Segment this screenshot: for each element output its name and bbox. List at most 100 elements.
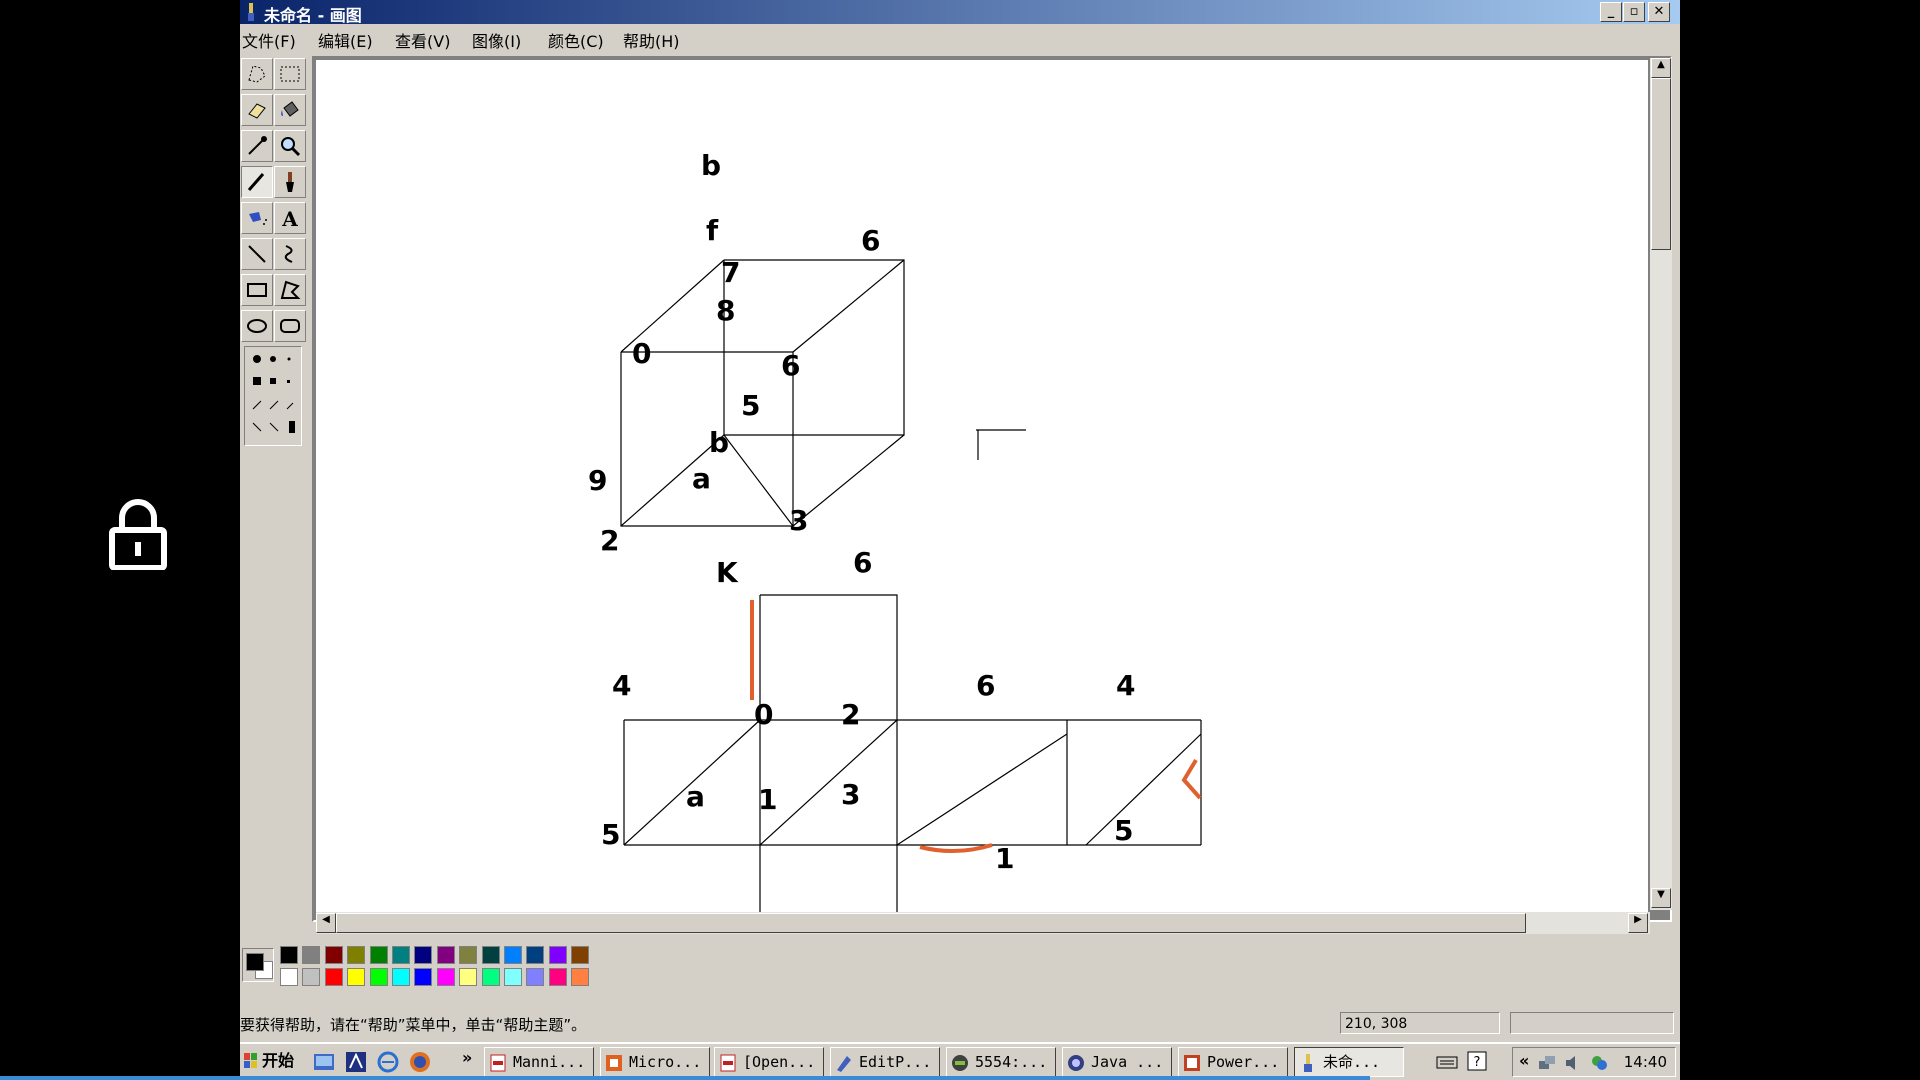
drawing-canvas[interactable]: bf678065ba923K640264a13551 [316, 60, 1648, 912]
rect-select-tool[interactable] [274, 58, 306, 90]
internet-explorer-icon[interactable] [376, 1050, 400, 1074]
close-button[interactable]: ✕ [1648, 2, 1670, 22]
color-swatch[interactable] [571, 968, 590, 986]
taskbar-button[interactable]: Manni... [484, 1047, 594, 1077]
ellipse-tool[interactable] [241, 310, 273, 342]
magnifier-icon [281, 137, 301, 157]
handwritten-label: 0 [632, 337, 651, 370]
menu-item[interactable]: 文件(F) [242, 28, 296, 52]
color-swatch[interactable] [526, 946, 545, 964]
vertical-scrollbar[interactable]: ▲ ▼ [1650, 58, 1672, 910]
handwritten-label: f [706, 214, 719, 247]
color-swatch[interactable] [504, 968, 522, 986]
scroll-down-button[interactable]: ▼ [1651, 888, 1671, 908]
horizontal-scrollbar[interactable]: ◀ ▶ [316, 912, 1650, 934]
scroll-up-button[interactable]: ▲ [1651, 58, 1671, 78]
free-form-select-tool[interactable] [241, 58, 273, 90]
menu-item[interactable]: 图像(I) [472, 28, 521, 52]
handwritten-label: b [709, 426, 729, 459]
network-icon[interactable] [1537, 1053, 1557, 1073]
color-swatch[interactable] [392, 946, 410, 964]
help-icon[interactable]: ? [1466, 1050, 1488, 1072]
color-swatch[interactable] [392, 968, 410, 986]
color-swatch[interactable] [548, 968, 567, 986]
pick-color-tool[interactable] [241, 130, 273, 162]
line-icon [248, 245, 266, 263]
current-colors[interactable] [242, 948, 274, 982]
rounded-rect-tool[interactable] [274, 310, 306, 342]
color-swatch[interactable] [571, 946, 590, 964]
taskbar-button-label: Java ... [1091, 1053, 1164, 1071]
color-swatch[interactable] [414, 968, 433, 986]
show-desktop-icon[interactable] [312, 1050, 336, 1074]
airbrush-tool[interactable] [241, 202, 273, 234]
color-swatch[interactable] [347, 946, 366, 964]
menu-item[interactable]: 编辑(E) [318, 28, 373, 52]
horizontal-scroll-thumb[interactable] [336, 913, 1526, 933]
line-tool[interactable] [241, 238, 273, 270]
color-swatch[interactable] [548, 946, 567, 964]
color-swatch[interactable] [280, 946, 298, 964]
handwritten-label: 1 [758, 783, 777, 816]
color-swatch[interactable] [324, 968, 343, 986]
scroll-right-button[interactable]: ▶ [1628, 913, 1648, 933]
curve-tool[interactable] [274, 238, 306, 270]
foreground-color[interactable] [246, 953, 264, 971]
color-swatch[interactable] [280, 968, 298, 986]
polygon-tool[interactable] [274, 274, 306, 306]
handwritten-label: 6 [861, 224, 880, 257]
eraser-tool[interactable] [241, 94, 273, 126]
restore-button[interactable]: ▫ [1623, 2, 1645, 22]
menu-item[interactable]: 颜色(C) [548, 28, 604, 52]
menu-item[interactable]: 帮助(H) [623, 28, 680, 52]
magnifier-tool[interactable] [274, 130, 306, 162]
taskbar-button[interactable]: Java ... [1062, 1047, 1172, 1077]
taskbar-button[interactable]: 未命... [1294, 1047, 1404, 1077]
title-bar: 未命名 - 画图 _ ▫ ✕ [240, 0, 1680, 25]
tray-expand-chevron[interactable]: « [1519, 1051, 1529, 1070]
color-swatch[interactable] [436, 968, 455, 986]
color-swatch[interactable] [302, 968, 321, 986]
firefox-icon[interactable] [408, 1050, 432, 1074]
color-swatch[interactable] [459, 946, 478, 964]
taskbar-button[interactable]: [Open... [714, 1047, 824, 1077]
taskbar-button[interactable]: Power... [1178, 1047, 1288, 1077]
taskbar: 开始 » Manni... Micro... [Open... EditP... 555… [240, 1042, 1680, 1080]
drawing: bf 6780 65ba923K 640 26 4a 1 35 51 [588, 149, 1202, 912]
menu-item[interactable]: 查看(V) [395, 28, 450, 52]
color-swatch[interactable] [436, 946, 455, 964]
color-swatch[interactable] [414, 946, 433, 964]
start-button[interactable]: 开始 [242, 1047, 298, 1075]
color-swatch[interactable] [347, 968, 366, 986]
volume-icon[interactable] [1563, 1053, 1583, 1073]
text-tool[interactable]: A [274, 202, 306, 234]
color-swatch[interactable] [481, 946, 500, 964]
color-swatch[interactable] [459, 968, 478, 986]
more-quicklaunch-chevron[interactable]: » [462, 1048, 472, 1067]
taskbar-button[interactable]: 5554:... [946, 1047, 1056, 1077]
color-swatch[interactable] [324, 946, 343, 964]
airbrush-icon [249, 212, 267, 225]
tool-options[interactable] [244, 346, 302, 446]
brush-tool[interactable] [274, 166, 306, 198]
rectangle-tool[interactable] [241, 274, 273, 306]
quicklaunch-app-icon[interactable] [344, 1050, 368, 1074]
taskbar-button[interactable]: Micro... [600, 1047, 710, 1077]
color-swatch[interactable] [369, 968, 388, 986]
color-swatch[interactable] [481, 968, 500, 986]
free-form-select-icon [248, 65, 266, 83]
handwritten-label: 5 [601, 818, 620, 851]
color-swatch[interactable] [302, 946, 321, 964]
scroll-left-button[interactable]: ◀ [316, 913, 336, 933]
pencil-tool[interactable] [241, 166, 273, 198]
handwritten-label: 8 [716, 294, 735, 327]
taskbar-button[interactable]: EditP... [830, 1047, 940, 1077]
fill-tool[interactable] [274, 94, 306, 126]
keyboard-icon[interactable] [1436, 1052, 1458, 1072]
messenger-icon[interactable] [1589, 1053, 1609, 1073]
minimize-button[interactable]: _ [1600, 2, 1622, 22]
color-swatch[interactable] [504, 946, 522, 964]
color-swatch[interactable] [526, 968, 545, 986]
vertical-scroll-thumb[interactable] [1651, 78, 1671, 250]
color-swatch[interactable] [369, 946, 388, 964]
